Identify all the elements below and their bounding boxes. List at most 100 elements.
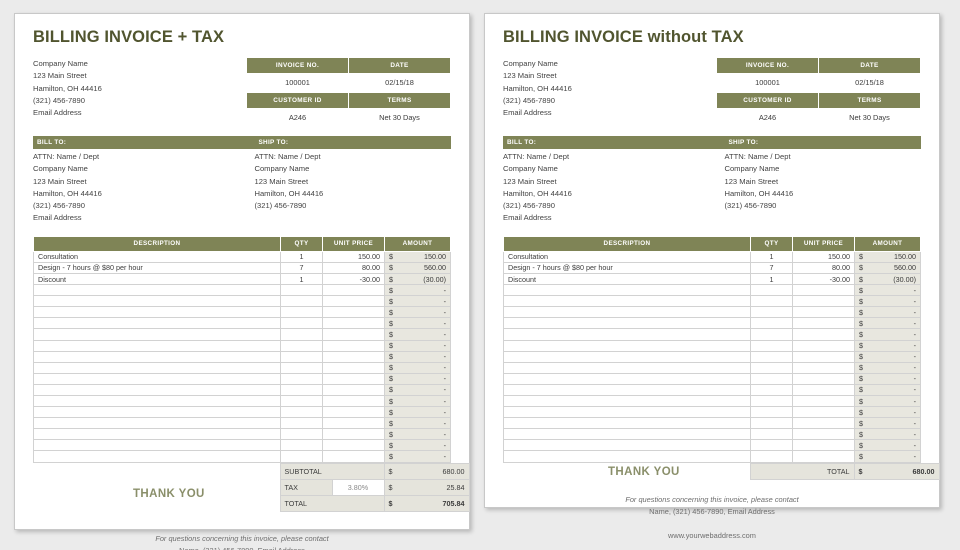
line-item-qty[interactable] xyxy=(280,394,323,408)
line-item-unit-price[interactable]: 80.00 xyxy=(322,261,385,274)
meta-value-invoice-no[interactable]: 100001 xyxy=(246,73,349,93)
line-item-description[interactable] xyxy=(503,328,751,341)
line-item-unit-price[interactable]: 150.00 xyxy=(322,250,385,263)
line-item-qty[interactable] xyxy=(280,450,323,463)
line-item-qty[interactable] xyxy=(280,417,323,430)
line-item-unit-price[interactable] xyxy=(322,295,385,308)
line-item-unit-price[interactable] xyxy=(792,439,855,452)
line-item-description[interactable]: Consultation xyxy=(33,250,281,263)
line-item-description[interactable] xyxy=(33,428,281,441)
line-item-unit-price[interactable] xyxy=(792,350,855,363)
line-item-description[interactable] xyxy=(33,284,281,297)
line-item-unit-price[interactable] xyxy=(322,306,385,319)
line-item-description[interactable] xyxy=(33,383,281,397)
line-item-description[interactable]: Discount xyxy=(503,272,751,286)
line-item-unit-price[interactable] xyxy=(792,450,855,463)
line-item-description[interactable]: Design - 7 hours @ $80 per hour xyxy=(33,261,281,274)
line-item-description[interactable] xyxy=(33,350,281,363)
line-item-description[interactable] xyxy=(503,295,751,308)
line-item-unit-price[interactable] xyxy=(322,350,385,363)
line-item-unit-price[interactable] xyxy=(792,295,855,308)
line-item-description[interactable] xyxy=(503,406,751,419)
line-item-qty[interactable] xyxy=(750,406,793,419)
line-item-unit-price[interactable] xyxy=(792,372,855,385)
line-item-description[interactable] xyxy=(503,439,751,452)
line-item-unit-price[interactable] xyxy=(322,328,385,341)
line-item-unit-price[interactable]: 150.00 xyxy=(792,250,855,263)
line-item-qty[interactable] xyxy=(750,372,793,385)
line-item-qty[interactable] xyxy=(750,328,793,341)
line-item-qty[interactable] xyxy=(280,383,323,397)
line-item-description[interactable] xyxy=(33,317,281,330)
line-item-description[interactable] xyxy=(503,306,751,319)
line-item-qty[interactable] xyxy=(280,328,323,341)
line-item-unit-price[interactable] xyxy=(322,439,385,452)
line-item-unit-price[interactable] xyxy=(792,383,855,397)
footer-website[interactable]: www.yourwebaddress.com xyxy=(503,531,921,540)
line-item-description[interactable] xyxy=(503,361,751,374)
line-item-description[interactable] xyxy=(33,328,281,341)
line-item-unit-price[interactable] xyxy=(322,406,385,419)
line-item-description[interactable] xyxy=(33,417,281,430)
line-item-description[interactable] xyxy=(503,417,751,430)
line-item-qty[interactable]: 7 xyxy=(750,261,793,274)
line-item-description[interactable] xyxy=(503,428,751,441)
line-item-description[interactable] xyxy=(503,284,751,297)
line-item-unit-price[interactable] xyxy=(322,383,385,397)
line-item-description[interactable] xyxy=(33,339,281,352)
line-item-unit-price[interactable] xyxy=(792,317,855,330)
line-item-unit-price[interactable] xyxy=(322,428,385,441)
line-item-qty[interactable] xyxy=(280,372,323,385)
line-item-qty[interactable] xyxy=(280,361,323,374)
line-item-description[interactable] xyxy=(503,372,751,385)
line-item-unit-price[interactable] xyxy=(322,317,385,330)
tax-rate-input[interactable]: 3.80% xyxy=(331,478,385,496)
line-item-unit-price[interactable]: 80.00 xyxy=(792,261,855,274)
line-item-description[interactable] xyxy=(33,361,281,374)
line-item-qty[interactable]: 1 xyxy=(280,250,323,263)
line-item-unit-price[interactable] xyxy=(792,328,855,341)
line-item-qty[interactable]: 7 xyxy=(280,261,323,274)
meta-value-invoice-no[interactable]: 100001 xyxy=(716,73,819,93)
line-item-description[interactable] xyxy=(503,394,751,408)
line-item-unit-price[interactable] xyxy=(792,428,855,441)
line-item-qty[interactable] xyxy=(280,406,323,419)
line-item-description[interactable]: Discount xyxy=(33,272,281,286)
line-item-description[interactable] xyxy=(33,372,281,385)
line-item-description[interactable] xyxy=(33,295,281,308)
line-item-unit-price[interactable] xyxy=(322,450,385,463)
line-item-unit-price[interactable]: -30.00 xyxy=(322,272,385,286)
line-item-qty[interactable] xyxy=(750,317,793,330)
meta-value-customer-id[interactable]: A246 xyxy=(716,108,819,127)
line-item-qty[interactable]: 1 xyxy=(750,272,793,286)
line-item-qty[interactable] xyxy=(750,295,793,308)
line-item-qty[interactable] xyxy=(280,295,323,308)
meta-value-customer-id[interactable]: A246 xyxy=(246,108,349,127)
line-item-qty[interactable]: 1 xyxy=(750,250,793,263)
line-item-unit-price[interactable] xyxy=(792,417,855,430)
line-item-unit-price[interactable] xyxy=(322,394,385,408)
line-item-unit-price[interactable] xyxy=(322,372,385,385)
line-item-qty[interactable] xyxy=(280,339,323,352)
line-item-unit-price[interactable] xyxy=(792,284,855,297)
line-item-unit-price[interactable] xyxy=(322,339,385,352)
line-item-unit-price[interactable]: -30.00 xyxy=(792,272,855,286)
line-item-unit-price[interactable] xyxy=(792,394,855,408)
line-item-qty[interactable] xyxy=(750,450,793,463)
line-item-description[interactable] xyxy=(503,350,751,363)
line-item-qty[interactable] xyxy=(750,428,793,441)
line-item-description[interactable] xyxy=(33,394,281,408)
line-item-qty[interactable] xyxy=(280,306,323,319)
line-item-qty[interactable] xyxy=(750,284,793,297)
line-item-description[interactable] xyxy=(503,450,751,463)
line-item-qty[interactable] xyxy=(750,361,793,374)
line-item-qty[interactable] xyxy=(750,306,793,319)
line-item-unit-price[interactable] xyxy=(792,406,855,419)
line-item-qty[interactable] xyxy=(280,317,323,330)
line-item-description[interactable] xyxy=(33,439,281,452)
meta-value-date[interactable]: 02/15/18 xyxy=(818,73,921,93)
line-item-description[interactable] xyxy=(33,450,281,463)
line-item-qty[interactable] xyxy=(750,383,793,397)
line-item-description[interactable] xyxy=(33,306,281,319)
line-item-description[interactable] xyxy=(503,339,751,352)
